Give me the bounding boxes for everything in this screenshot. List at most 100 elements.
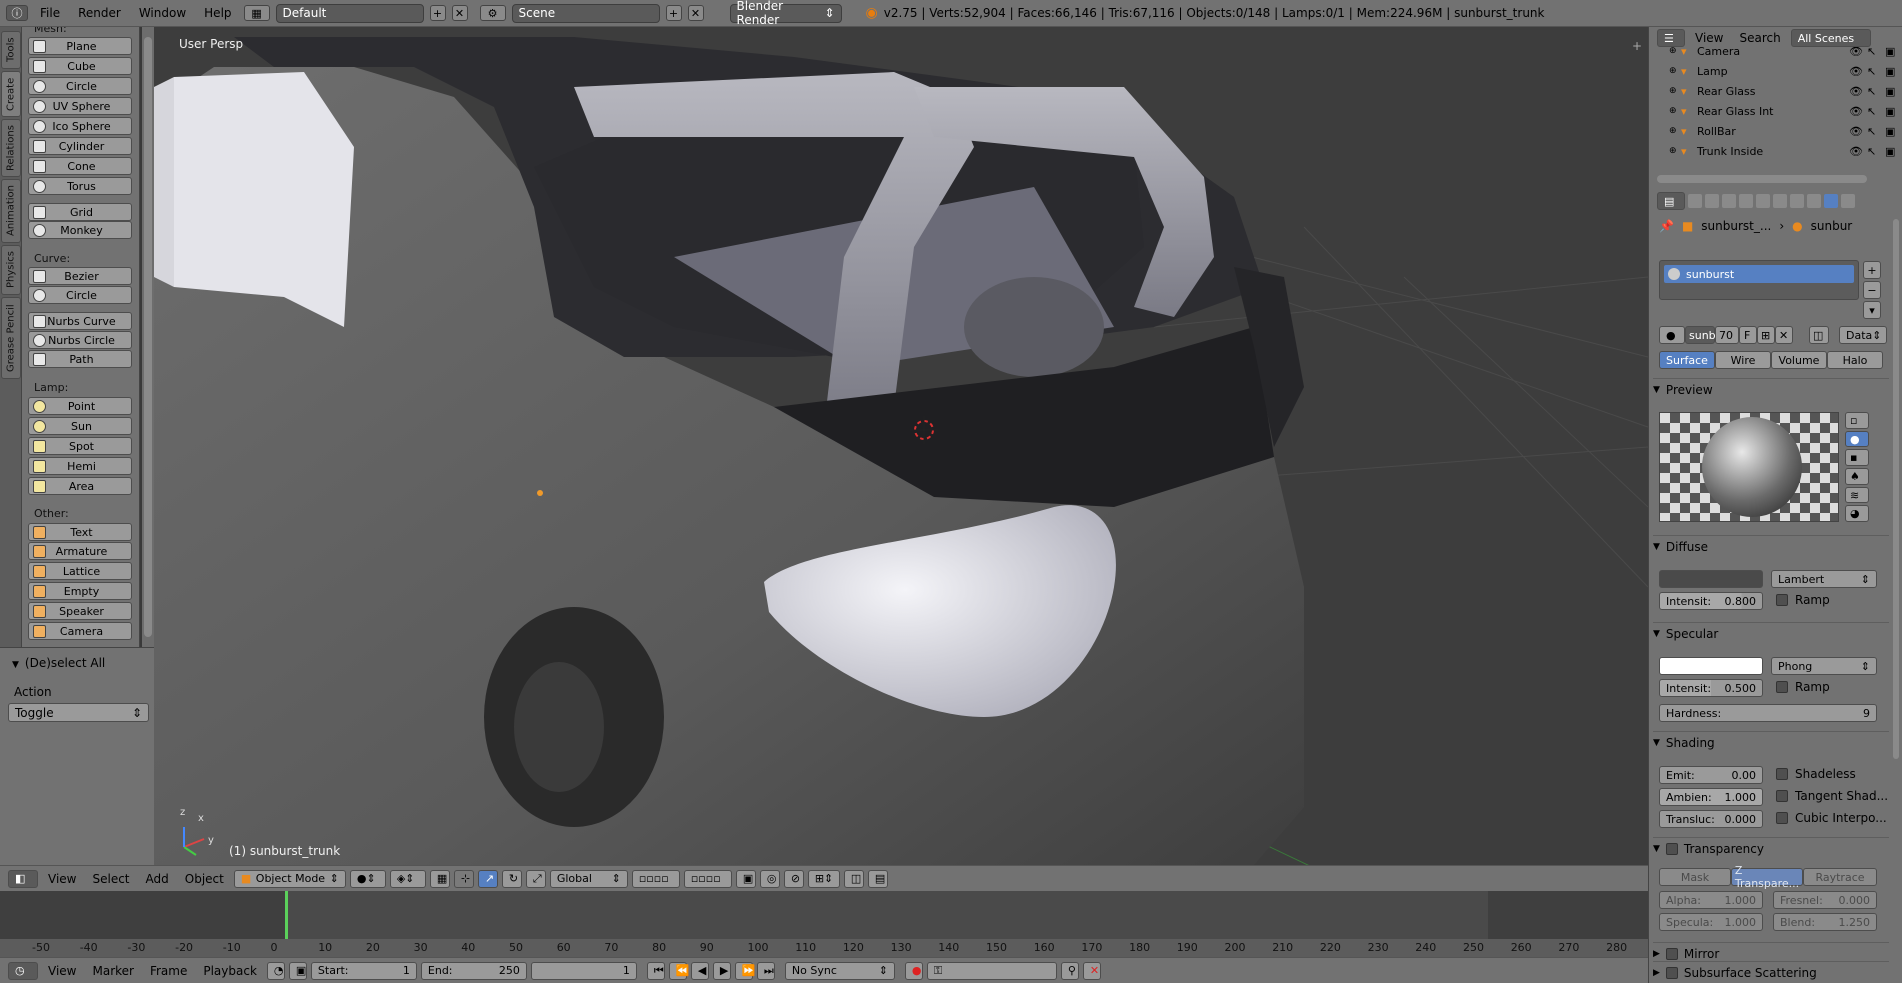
selectability-cursor-icon[interactable]: ↖ — [1867, 65, 1885, 78]
add-spot-lamp-button[interactable]: Spot — [28, 437, 132, 455]
scale-manipulator-icon[interactable]: ⤢ — [525, 869, 546, 888]
alpha-field[interactable]: Alpha: 1.000 — [1659, 891, 1763, 909]
frame-start-field[interactable]: Start: 1 — [310, 961, 417, 980]
selectability-cursor-icon[interactable]: ↖ — [1867, 47, 1885, 58]
remove-scene-icon[interactable]: ✕ — [687, 5, 704, 21]
tab-tools[interactable]: Tools — [1, 31, 21, 69]
selectability-cursor-icon[interactable]: ↖ — [1867, 125, 1885, 138]
add-camera-button[interactable]: Camera — [28, 622, 132, 640]
tl-menu-marker[interactable]: Marker — [86, 964, 139, 978]
specular-panel-header[interactable]: ▼ Specular — [1653, 622, 1889, 644]
jump-keyframe-next-button[interactable]: ⏩ — [734, 961, 756, 980]
add-scene-icon[interactable]: + — [665, 5, 682, 21]
add-circle-button[interactable]: Circle — [28, 77, 132, 95]
material-users-field[interactable]: 70 — [1715, 326, 1739, 344]
insert-keyframe-icon[interactable]: ⚲ — [1060, 961, 1079, 980]
link-select[interactable]: Data ⇕ — [1839, 326, 1887, 344]
ambient-slider[interactable]: Ambien: 1.000 — [1659, 788, 1763, 806]
viewport-corner-plus[interactable]: + — [1632, 39, 1642, 53]
tangent-shading-checkbox[interactable] — [1776, 790, 1788, 802]
world-tab-icon[interactable] — [1739, 194, 1753, 208]
visibility-eye-icon[interactable]: 👁 — [1849, 85, 1867, 98]
preview-cube-icon[interactable]: ▪ — [1845, 449, 1869, 467]
outliner-filter-select[interactable]: All Scenes — [1790, 29, 1871, 47]
keying-set-field[interactable]: ⚿ — [926, 961, 1057, 980]
shadeless-checkbox[interactable] — [1776, 768, 1788, 780]
texture-tab-icon[interactable] — [1841, 194, 1855, 208]
tab-surface[interactable]: Surface — [1659, 351, 1715, 369]
add-speaker-button[interactable]: Speaker — [28, 602, 132, 620]
selectability-cursor-icon[interactable]: ↖ — [1867, 105, 1885, 118]
blend-field[interactable]: Blend: 1.250 — [1773, 913, 1877, 931]
object-tab-icon[interactable] — [1756, 194, 1770, 208]
add-cube-button[interactable]: Cube — [28, 57, 132, 75]
sss-checkbox[interactable] — [1665, 966, 1678, 979]
jump-start-button[interactable]: ⏮ — [646, 961, 665, 980]
visibility-eye-icon[interactable]: 👁 — [1849, 145, 1867, 158]
add-grid-button[interactable]: Grid — [28, 203, 132, 221]
emit-field[interactable]: Emit: 0.00 — [1659, 766, 1763, 784]
expand-icon[interactable]: ⊕ — [1669, 106, 1681, 116]
3d-viewport[interactable]: x y z User Persp (1) sunburst_trunk + — [154, 27, 1648, 865]
menu-render[interactable]: Render — [72, 6, 127, 20]
add-monkey-button[interactable]: Monkey — [28, 221, 132, 239]
add-text-button[interactable]: Text — [28, 523, 132, 541]
renderability-camera-icon[interactable]: ▣ — [1885, 145, 1902, 158]
new-material-button[interactable]: ⊞ — [1757, 326, 1775, 344]
timeline[interactable]: -50 -40 -30 -20 -10 0 10 20 30 40 50 60 70 80 90 100 110… — [0, 891, 1648, 957]
current-frame-field[interactable]: 1 — [530, 961, 637, 980]
tab-physics[interactable]: Physics — [1, 245, 21, 295]
expand-icon[interactable]: ⊕ — [1669, 126, 1681, 136]
add-uv-sphere-button[interactable]: UV Sphere — [28, 97, 132, 115]
remove-slot-button[interactable]: − — [1863, 281, 1881, 299]
menu-help[interactable]: Help — [198, 6, 237, 20]
editor-type-timeline-icon[interactable]: ◷ — [8, 961, 38, 980]
fresnel-field[interactable]: Fresnel: 0.000 — [1773, 891, 1877, 909]
render-engine-select[interactable]: Blender Render ⇕ — [729, 0, 842, 27]
tab-wire[interactable]: Wire — [1715, 351, 1771, 369]
menu-window[interactable]: Window — [133, 6, 192, 20]
frame-end-field[interactable]: End: 250 — [420, 961, 527, 980]
jump-end-button[interactable]: ⏭ — [756, 961, 775, 980]
translucency-slider[interactable]: Transluc: 0.000 — [1659, 810, 1763, 828]
add-nurbs-curve-button[interactable]: Nurbs Curve — [28, 312, 132, 330]
add-ico-sphere-button[interactable]: Ico Sphere — [28, 117, 132, 135]
add-area-lamp-button[interactable]: Area — [28, 477, 132, 495]
transparency-checkbox[interactable] — [1665, 842, 1678, 855]
mode-select[interactable]: ■ Object Mode ⇕ — [233, 869, 346, 888]
jump-keyframe-prev-button[interactable]: ⏪ — [668, 961, 690, 980]
add-slot-button[interactable]: + — [1863, 261, 1881, 279]
preview-hair-icon[interactable]: ≋ — [1845, 486, 1869, 504]
layer-toggle-icon[interactable]: ▦ — [429, 869, 450, 888]
add-screen-icon[interactable]: + — [429, 5, 446, 21]
renderability-camera-icon[interactable]: ▣ — [1885, 105, 1902, 118]
preview-range-icon[interactable]: ◔ — [266, 961, 285, 980]
diffuse-panel-header[interactable]: ▼ Diffuse — [1653, 535, 1889, 557]
constraints-tab-icon[interactable] — [1773, 194, 1787, 208]
outliner-menu-search[interactable]: Search — [1733, 31, 1786, 45]
shading-select[interactable]: ●⇕ — [349, 869, 386, 888]
outliner-item[interactable]: ⊕ ▾ Camera 👁 ↖ ▣ — [1649, 47, 1902, 61]
tab-relations[interactable]: Relations — [1, 119, 21, 177]
tl-menu-frame[interactable]: Frame — [144, 964, 193, 978]
outliner-scrollbar[interactable] — [1657, 175, 1867, 183]
diffuse-ramp-checkbox[interactable] — [1776, 594, 1788, 606]
specular-intensity-slider[interactable]: Intensit: 0.500 — [1659, 679, 1763, 697]
preview-flat-icon[interactable]: ▫ — [1845, 412, 1869, 429]
manipulator-toggle-icon[interactable]: ⊹ — [453, 869, 474, 888]
pin-icon[interactable]: 📌 — [1659, 219, 1674, 233]
tl-menu-view[interactable]: View — [42, 964, 82, 978]
sss-panel-header[interactable]: ▶ Subsurface Scattering — [1653, 961, 1889, 983]
snap-toggle-icon[interactable]: ⊘ — [783, 869, 804, 888]
renderability-camera-icon[interactable]: ▣ — [1885, 65, 1902, 78]
tab-volume[interactable]: Volume — [1771, 351, 1827, 369]
outliner-item[interactable]: ⊕ ▾ Rear Glass 👁 ↖ ▣ — [1649, 81, 1902, 101]
outliner-item[interactable]: ⊕ ▾ RollBar 👁 ↖ ▣ — [1649, 121, 1902, 141]
modifiers-tab-icon[interactable] — [1790, 194, 1804, 208]
add-sun-lamp-button[interactable]: Sun — [28, 417, 132, 435]
hardness-field[interactable]: Hardness: 9 — [1659, 704, 1877, 722]
translate-manipulator-icon[interactable]: ↗ — [477, 869, 498, 888]
data-tab-icon[interactable] — [1807, 194, 1821, 208]
lock-layers-icon[interactable]: ▣ — [735, 869, 756, 888]
proportional-edit-icon[interactable]: ◎ — [759, 869, 780, 888]
